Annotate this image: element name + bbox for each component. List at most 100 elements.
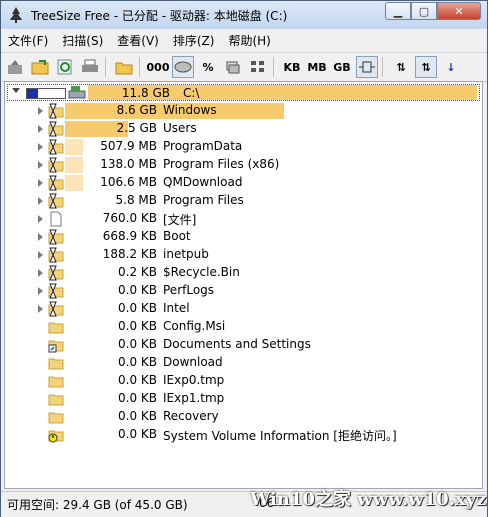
expand-icon[interactable]	[38, 197, 43, 205]
folder-tree[interactable]: 11.8 GB C:\ 8.6 GB Windows 2.5 GB Users 507.…	[4, 81, 483, 489]
folder-row[interactable]: 188.2 KB inetpub	[5, 246, 475, 264]
folder-row[interactable]: 0.0 KB PerfLogs	[5, 282, 475, 300]
mb-button[interactable]: MB	[306, 56, 328, 78]
folder-shortcut-icon	[48, 340, 64, 353]
folder-row[interactable]: 0.0 KB Intel	[5, 300, 475, 318]
grid-view-button[interactable]	[247, 56, 269, 78]
sort-name-button[interactable]: ⇅	[390, 56, 412, 78]
folder-row[interactable]: 8.6 GB Windows	[5, 102, 475, 120]
minimize-icon: ▁	[393, 4, 403, 18]
toolbar-separator	[273, 57, 274, 77]
folder-row[interactable]: 2.5 GB Users	[5, 120, 475, 138]
folder-size: 760.0 KB	[102, 211, 157, 225]
folder-size: 0.0 KB	[118, 409, 157, 423]
root-row[interactable]: 11.8 GB C:\	[7, 84, 480, 101]
minimize-button[interactable]: ▁	[385, 2, 411, 20]
expand-icon[interactable]	[38, 161, 43, 169]
folder-name: Download	[163, 355, 223, 369]
folder-size: 138.0 MB	[100, 157, 157, 171]
folder-size: 0.2 KB	[118, 265, 157, 279]
file-count-button[interactable]	[222, 56, 244, 78]
open-folder-button[interactable]	[113, 56, 135, 78]
title-bar[interactable]: TreeSize Free - 已分配 - 驱动器: 本地磁盘 (C:) ▁ ▢…	[1, 1, 487, 29]
close-button[interactable]: ✕	[437, 2, 481, 20]
folder-size: 668.9 KB	[102, 229, 157, 243]
expand-icon[interactable]	[38, 305, 43, 313]
expand-icon[interactable]	[38, 269, 43, 277]
folder-row[interactable]: 0.0 KB IExp1.tmp	[5, 390, 475, 408]
expand-icon[interactable]	[38, 233, 43, 241]
folder-row[interactable]: 0.2 KB $Recycle.Bin	[5, 264, 475, 282]
maximize-button[interactable]: ▢	[411, 2, 437, 20]
root-size: 11.8 GB	[121, 86, 170, 100]
folder-row[interactable]: 0.0 KB Download	[5, 354, 475, 372]
close-icon: ✕	[454, 4, 464, 18]
folder-row[interactable]: 138.0 MB Program Files (x86)	[5, 156, 475, 174]
menu-file[interactable]: 文件(F)	[1, 32, 55, 49]
menu-view[interactable]: 查看(V)	[110, 32, 166, 49]
folder-row[interactable]: 668.9 KB Boot	[5, 228, 475, 246]
open-folder-icon	[115, 62, 133, 75]
arrow-down-icon: ↓	[446, 60, 456, 74]
expand-icon[interactable]	[38, 251, 43, 259]
folder-icon	[48, 322, 64, 334]
drive-icon	[68, 86, 86, 99]
folder-size: 8.6 GB	[116, 103, 157, 117]
sort-az-icon: ⇅	[396, 60, 406, 74]
refresh-icon	[57, 59, 72, 75]
folder-hourglass-icon	[48, 193, 64, 209]
folder-row[interactable]: 5.8 MB Program Files	[5, 192, 475, 210]
window-title: TreeSize Free - 已分配 - 驱动器: 本地磁盘 (C:)	[31, 9, 288, 23]
expand-icon[interactable]	[38, 107, 43, 115]
folder-row[interactable]: 0.0 KB System Volume Information [拒绝访问。]	[5, 426, 475, 444]
folder-scan-icon	[31, 60, 49, 75]
up-button[interactable]	[4, 56, 26, 78]
toolbar-separator	[382, 57, 383, 77]
toolbar-separator	[139, 57, 140, 77]
kb-button[interactable]: KB	[281, 56, 303, 78]
folder-row[interactable]: 507.9 MB ProgramData	[5, 138, 475, 156]
folder-row[interactable]: 760.0 KB [文件]	[5, 210, 475, 228]
gb-button[interactable]: GB	[331, 56, 353, 78]
folder-name: Documents and Settings	[163, 337, 311, 351]
folder-row[interactable]: 0.0 KB Recovery	[5, 408, 475, 426]
toolbar: 000 % KB MB GB ⇅ ⇅ ↓	[1, 52, 487, 82]
printer-icon	[82, 59, 98, 72]
folder-size: 0.0 KB	[118, 391, 157, 405]
sort-descending-button[interactable]: ↓	[440, 56, 462, 78]
print-button[interactable]	[79, 56, 101, 78]
treesize-app-icon	[10, 7, 22, 23]
expand-icon[interactable]	[38, 215, 43, 223]
maximize-icon: ▢	[418, 4, 430, 18]
menu-help[interactable]: 帮助(H)	[221, 32, 277, 49]
folder-hourglass-icon	[48, 265, 64, 281]
folder-warning-icon	[48, 430, 64, 443]
percent-button[interactable]: %	[197, 56, 219, 78]
menu-sort[interactable]: 排序(Z)	[166, 32, 222, 49]
folder-row[interactable]: 106.6 MB QMDownload	[5, 174, 475, 192]
expand-icon[interactable]	[38, 287, 43, 295]
folder-size: 0.0 KB	[118, 319, 157, 333]
scan-button[interactable]	[29, 56, 51, 78]
up-level-icon	[8, 60, 22, 74]
folder-size: 188.2 KB	[102, 247, 157, 261]
auto-unit-icon	[359, 61, 375, 73]
sort-size-button[interactable]: ⇅	[415, 56, 437, 78]
expand-icon[interactable]	[38, 125, 43, 133]
refresh-button[interactable]	[54, 56, 76, 78]
folder-icon	[48, 376, 64, 388]
root-name: C:\	[183, 86, 200, 100]
expand-icon[interactable]	[38, 179, 43, 187]
folder-row[interactable]: 0.0 KB Config.Msi	[5, 318, 475, 336]
expand-icon[interactable]	[38, 143, 43, 151]
folder-size: 0.0 KB	[118, 337, 157, 351]
collapse-icon	[12, 88, 20, 93]
folder-hourglass-icon	[48, 283, 64, 299]
folder-row[interactable]: 0.0 KB IExp0.tmp	[5, 372, 475, 390]
menu-scan[interactable]: 扫描(S)	[55, 32, 110, 49]
folder-name: Recovery	[163, 409, 219, 423]
digits-button[interactable]: 000	[147, 56, 170, 78]
folder-row[interactable]: 0.0 KB Documents and Settings	[5, 336, 475, 354]
size-view-button[interactable]	[172, 56, 194, 78]
auto-unit-button[interactable]	[356, 56, 378, 78]
